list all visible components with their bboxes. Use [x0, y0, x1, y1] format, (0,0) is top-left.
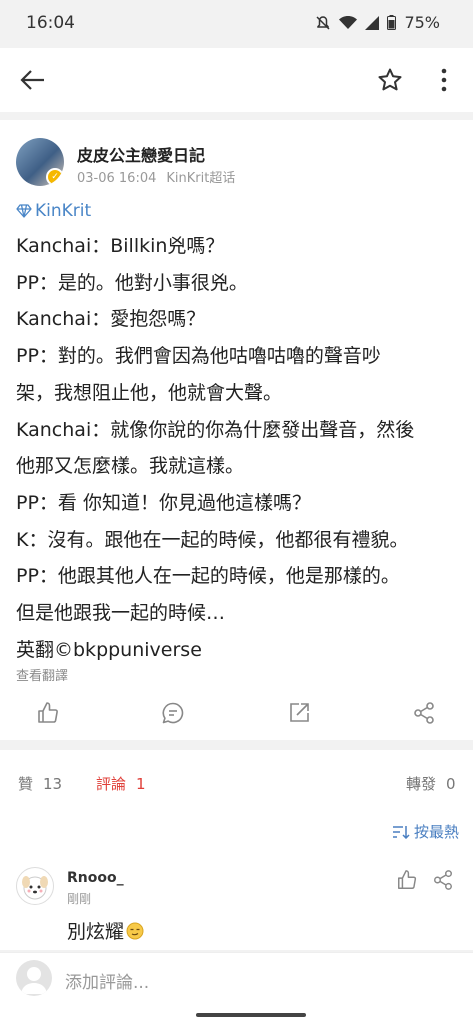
smug-emoji-icon [126, 922, 144, 939]
post-line: PP：對的。我們會因為他咕嚕咕嚕的聲音吵 [16, 345, 381, 368]
author-avatar[interactable]: ✓ [16, 138, 64, 186]
post-line: 英翻©bkppuniverse [16, 638, 202, 661]
tab-comments[interactable]: 評論 1 [96, 773, 146, 794]
system-nav-bar [0, 1008, 473, 1024]
comment-like-icon[interactable] [396, 869, 418, 891]
star-icon[interactable] [377, 67, 403, 93]
sort-label: 按最熱 [413, 823, 459, 841]
sort-button[interactable]: 按最熱 [392, 821, 459, 842]
repost-icon[interactable] [287, 701, 311, 725]
wifi-icon [339, 15, 358, 29]
comments-label: 評論 [96, 775, 127, 793]
status-bar: 16:04 75% [0, 0, 473, 46]
comment-input[interactable]: 添加評論... [65, 968, 149, 993]
reposts-count: 0 [446, 775, 456, 793]
post-line: 架，我想阻止他，他就會大聲。 [16, 381, 283, 404]
app-bar [0, 48, 473, 112]
topic-label[interactable]: KinKrit [35, 201, 91, 221]
comment-time: 剛剛 [67, 892, 92, 906]
post-source[interactable]: KinKrit超话 [166, 171, 235, 186]
likes-count: 13 [43, 775, 63, 793]
more-vertical-icon[interactable] [434, 67, 454, 93]
author-name[interactable]: 皮皮公主戀愛日記 [77, 142, 205, 166]
share-icon[interactable] [412, 701, 436, 725]
like-icon[interactable] [36, 701, 60, 725]
commenter-avatar[interactable] [16, 867, 54, 905]
status-icons: 75% [315, 13, 440, 32]
sort-icon [392, 825, 410, 839]
reposts-label: 轉發 [406, 775, 437, 793]
battery-level: 75% [404, 13, 440, 32]
comment-share-icon[interactable] [432, 869, 454, 891]
post-line: PP：是的。他對小事很兇。 [16, 271, 248, 294]
battery-icon [387, 15, 397, 30]
comments-count: 1 [136, 775, 146, 793]
post-line: PP：看 你知道！你見過他這樣嗎？ [16, 491, 311, 514]
post-card: ✓ 皮皮公主戀愛日記 03-06 16:04 KinKrit超话 KinKrit … [0, 120, 473, 740]
back-arrow-icon[interactable] [18, 66, 46, 94]
post-line: Kanchai：Billkin兇嗎？ [16, 235, 225, 257]
status-time: 16:04 [26, 13, 75, 33]
post-actions [0, 695, 473, 735]
my-avatar [16, 960, 52, 996]
post-line: Kanchai：愛抱怨嗎？ [16, 308, 206, 331]
post-line: PP：他跟其他人在一起的時候，他是那樣的。 [16, 565, 400, 588]
diamond-icon [16, 204, 32, 218]
post-line: 但是他跟我一起的時候… [16, 602, 226, 625]
user-placeholder-icon [21, 967, 47, 994]
translate-link[interactable]: 查看翻譯 [16, 665, 68, 684]
signal-icon [365, 15, 380, 30]
comment-text: 別炫耀 [67, 917, 144, 944]
home-gesture-bar[interactable] [196, 1013, 306, 1017]
post-body: Kanchai：Billkin兇嗎？ PP：是的。他對小事很兇。 Kanchai… [16, 228, 461, 668]
topic-link[interactable]: KinKrit [16, 201, 91, 221]
mute-icon [316, 15, 330, 30]
post-meta: 03-06 16:04 KinKrit超话 [77, 167, 235, 186]
comment-input-bar: 添加評論... [0, 952, 473, 1009]
sort-bar: 按最熱 [0, 815, 473, 855]
stats-bar: 贊 13 評論 1 轉發 0 [0, 750, 473, 815]
post-line: 他那又怎麼樣。我就這樣。 [16, 455, 245, 478]
post-date: 03-06 16:04 [77, 171, 157, 186]
tab-likes[interactable]: 贊 13 [18, 773, 62, 794]
comment-body: 別炫耀 [67, 921, 125, 943]
comment-item: Rnooo_ 剛剛 別炫耀 [0, 855, 473, 950]
comment-icon[interactable] [161, 701, 185, 725]
dog-avatar-icon [22, 876, 48, 900]
commenter-name[interactable]: Rnooo_ [67, 870, 124, 886]
post-line: Kanchai：就像你說的你為什麼發出聲音，然後 [16, 418, 415, 441]
verified-badge-icon: ✓ [46, 168, 64, 186]
tab-reposts[interactable]: 轉發 0 [406, 773, 456, 794]
likes-label: 贊 [18, 775, 34, 793]
post-line: K：沒有。跟他在一起的時候，他都很有禮貌。 [16, 528, 409, 551]
